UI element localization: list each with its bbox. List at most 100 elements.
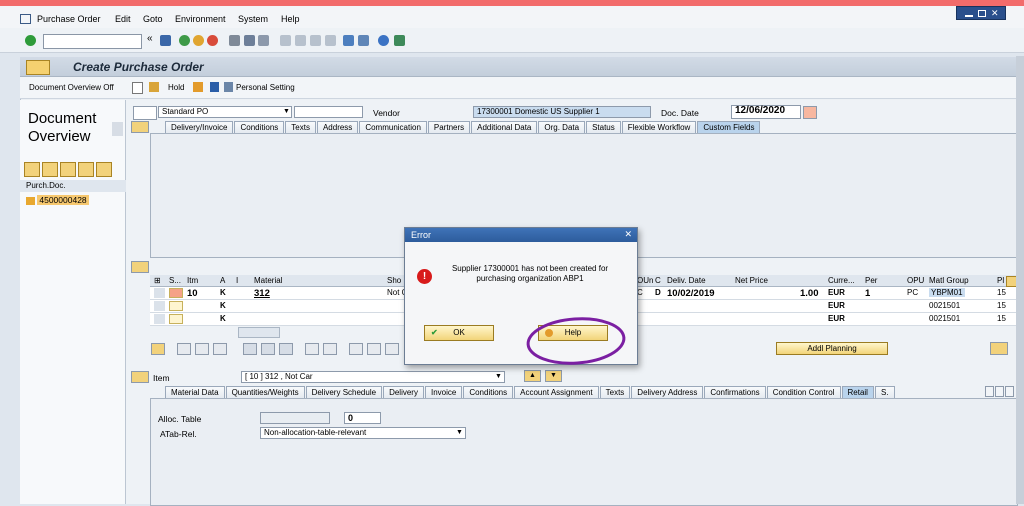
collapse-item-detail-icon[interactable] [131,371,149,383]
doc-date-field[interactable]: 12/06/2020 [731,105,801,119]
personal-setting-button[interactable]: Personal Setting [236,83,295,92]
next-page-icon[interactable] [310,35,321,46]
net-price[interactable]: 1.00 [800,288,819,299]
menu-system[interactable]: System [238,14,268,24]
account-assignment[interactable]: K [220,314,226,323]
row-selector[interactable] [154,301,165,311]
plant[interactable]: 15 [997,314,1006,323]
copy-item-icon[interactable] [195,343,209,355]
col-material[interactable]: Material [254,276,282,285]
personal-setting-icon[interactable] [224,82,233,92]
document-row[interactable]: 4500000428 [26,195,89,205]
alloc-number-field[interactable]: 0 [344,412,381,424]
menu-edit[interactable]: Edit [115,14,131,24]
currency[interactable]: EUR [828,288,845,297]
info-icon[interactable] [210,82,219,92]
previous-page-icon[interactable] [295,35,306,46]
price-unit[interactable]: 1 [865,288,870,299]
previous-item-icon[interactable]: ▲ [524,370,541,382]
ok-button[interactable]: ✔ OK [424,325,494,341]
collapse-header-icon[interactable] [131,121,149,133]
col-currency[interactable]: Curre... [828,276,855,285]
enter-check-icon[interactable] [25,35,36,46]
col-short-text[interactable]: Sho [387,276,401,285]
list-icon[interactable] [42,162,58,177]
menu-purchase-order[interactable]: Purchase Order [37,14,101,24]
horizontal-scrollbar[interactable] [238,327,280,338]
filter-icon[interactable] [60,162,76,177]
next-item-icon[interactable]: ▼ [545,370,562,382]
grid-settings-icon[interactable]: ⊞ [154,276,161,285]
print-icon[interactable] [229,35,240,46]
col-order-unit[interactable]: OUn [637,276,653,285]
collapse-items-icon[interactable] [131,261,149,273]
selection-variant-icon[interactable] [24,162,40,177]
vertical-scrollbar[interactable] [1016,56,1024,504]
col-matl-group[interactable]: Matl Group [929,276,969,285]
back-icon[interactable] [179,35,190,46]
status-cell[interactable] [169,314,183,324]
col-a[interactable]: A [220,276,225,285]
col-c[interactable]: C [655,276,661,285]
exit-icon[interactable] [193,35,204,46]
maximize-icon[interactable] [978,10,986,17]
shortcut-icon[interactable] [358,35,369,46]
other-doc-icon[interactable] [149,82,159,92]
order-price-unit[interactable]: PC [907,288,918,297]
filter-list-icon[interactable] [385,343,399,355]
close-icon[interactable]: ✕ [624,229,632,240]
lock-settings-icon[interactable] [990,342,1008,355]
purchase-document-number[interactable]: 4500000428 [37,195,89,205]
unlock-icon[interactable] [279,343,293,355]
minimize-icon[interactable] [965,10,973,17]
item-number[interactable]: 10 [187,288,198,299]
po-number-field[interactable] [294,106,363,118]
find-next-icon[interactable] [258,35,269,46]
cart-icon[interactable] [133,106,157,120]
date-category[interactable]: D [655,288,661,297]
first-page-icon[interactable] [280,35,291,46]
document-icon-btn[interactable] [305,343,319,355]
alloc-table-field[interactable] [260,412,330,424]
find-binoculars-icon[interactable] [78,162,94,177]
tab-scroll-right-icon[interactable] [995,386,1004,397]
hold-button[interactable]: Hold [168,83,184,92]
col-plant[interactable]: Pl [997,276,1004,285]
sort-asc-icon[interactable] [349,343,363,355]
last-page-icon[interactable] [325,35,336,46]
panel-scroll-icon[interactable] [112,122,123,136]
close-icon[interactable]: ✕ [991,8,999,18]
new-session-icon[interactable] [343,35,354,46]
check-icon[interactable] [193,82,203,92]
lock-icon[interactable] [261,343,275,355]
menu-environment[interactable]: Environment [175,14,226,24]
find-icon[interactable] [244,35,255,46]
row-selector[interactable] [154,314,165,324]
material[interactable]: 312 [254,288,270,299]
status-icon[interactable] [803,106,817,119]
sort-desc-icon[interactable] [367,343,381,355]
save-icon[interactable] [160,35,171,46]
command-field[interactable] [43,34,142,49]
paste-item-icon[interactable] [213,343,227,355]
customize-layout-icon[interactable] [394,35,405,46]
details-icon[interactable] [151,343,165,355]
vendor-field[interactable]: 17300001 Domestic US Supplier 1 [473,106,651,118]
text-icon[interactable] [323,343,337,355]
menu-icon[interactable] [26,60,50,75]
currency[interactable]: EUR [828,314,845,323]
material-group[interactable]: YBPM01 [929,288,965,297]
double-chevron-icon[interactable]: « [147,33,158,44]
new-doc-icon[interactable] [132,82,143,94]
status-cell[interactable] [169,301,183,311]
col-i[interactable]: I [236,276,238,285]
add-item-icon[interactable] [177,343,191,355]
col-per[interactable]: Per [865,276,877,285]
tab-scroll-left-icon[interactable] [985,386,994,397]
item-select[interactable]: [ 10 ] 312 , Not Car [241,371,505,383]
system-menu-icon[interactable] [20,14,31,24]
addl-planning-button[interactable]: Addl Planning [776,342,888,355]
row-selector[interactable] [154,288,165,298]
menu-goto[interactable]: Goto [143,14,163,24]
plant[interactable]: 15 [997,288,1006,297]
